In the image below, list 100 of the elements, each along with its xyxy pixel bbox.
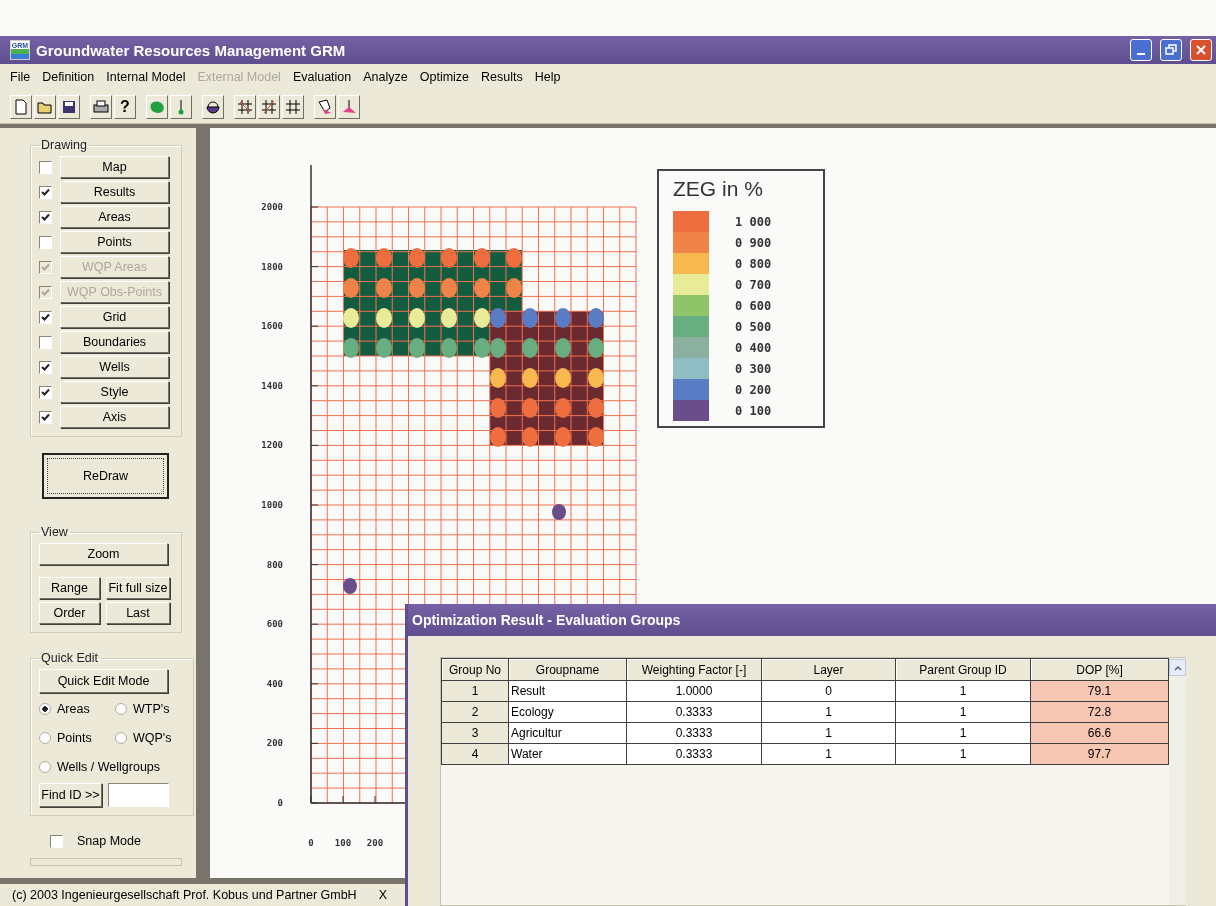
menu-item[interactable]: Optimize: [419, 70, 470, 84]
legend-label: 0 800: [735, 256, 772, 271]
layer-button[interactable]: Results: [60, 181, 169, 203]
close-button[interactable]: [1190, 39, 1212, 61]
group-title: View: [40, 525, 69, 539]
layer-button[interactable]: Areas: [60, 206, 169, 228]
menu-item[interactable]: File: [10, 70, 31, 84]
layer-button[interactable]: Axis: [60, 406, 169, 428]
radio-label: Wells / Wellgroups: [57, 760, 161, 774]
legend-label: 0 500: [735, 319, 772, 334]
checkbox[interactable]: [39, 335, 52, 349]
radio-button[interactable]: [39, 761, 51, 773]
checkbox[interactable]: [39, 160, 52, 174]
print-icon[interactable]: [90, 94, 112, 119]
legend-label: 0 900: [735, 235, 772, 250]
grid-icon[interactable]: [258, 94, 280, 119]
menu-item[interactable]: Evaluation: [292, 70, 352, 84]
axis-tick-label: 1800: [261, 261, 283, 272]
table-cell: 2: [441, 701, 509, 723]
radio-label: WTP's: [133, 702, 170, 716]
view-button[interactable]: Last: [106, 602, 170, 624]
radio-button[interactable]: [115, 703, 127, 715]
menu-item[interactable]: Definition: [42, 70, 95, 84]
checkbox[interactable]: [39, 235, 52, 249]
quick-edit-mode-button[interactable]: Quick Edit Mode: [39, 669, 168, 693]
view-button[interactable]: Range: [39, 577, 100, 599]
scrollbar[interactable]: [1169, 658, 1186, 905]
group-title: Drawing: [40, 138, 88, 152]
checkbox[interactable]: [39, 185, 52, 199]
bowl-icon[interactable]: [202, 94, 224, 119]
radio-button[interactable]: [39, 703, 51, 715]
axis-tick-label: 200: [366, 838, 384, 848]
axis-tick-label: 100: [334, 838, 352, 848]
radio-label: Points: [57, 731, 92, 745]
layer-button[interactable]: Map: [60, 156, 169, 178]
legend-label: 0 700: [735, 277, 772, 292]
checkbox[interactable]: [39, 385, 52, 399]
legend-label: 0 400: [735, 340, 772, 355]
restore-button[interactable]: [1160, 39, 1182, 61]
column-header[interactable]: Parent Group ID: [895, 658, 1031, 681]
column-header[interactable]: Groupname: [508, 658, 627, 681]
menu-item[interactable]: Internal Model: [106, 70, 186, 84]
axis-tick-label: 0: [308, 838, 314, 848]
scroll-up-button[interactable]: [1169, 659, 1186, 676]
grid-icon[interactable]: [234, 94, 256, 119]
radio-label: WQP's: [133, 731, 172, 745]
blob-icon[interactable]: [146, 94, 168, 119]
menu-item[interactable]: Analyze: [363, 70, 408, 84]
find-id-button[interactable]: Find ID >>: [39, 783, 102, 807]
view-button[interactable]: Fit full size: [106, 577, 170, 599]
id-input-field[interactable]: [108, 783, 169, 807]
layer-button[interactable]: Boundaries: [60, 331, 169, 353]
minimize-icon: [1137, 53, 1145, 55]
pin-icon[interactable]: [170, 94, 192, 119]
menu-item[interactable]: Help: [534, 70, 561, 84]
axis-tick-label: 1600: [261, 321, 283, 332]
legend-label: 0 600: [735, 298, 772, 313]
column-header[interactable]: Layer: [761, 658, 896, 681]
checkbox[interactable]: [39, 310, 52, 324]
table-cell: 1: [441, 680, 509, 702]
layer-button[interactable]: Grid: [60, 306, 169, 328]
checkbox[interactable]: [39, 410, 52, 424]
view-button[interactable]: Order: [39, 602, 100, 624]
radio-button[interactable]: [39, 732, 51, 744]
help-button[interactable]: ?: [114, 94, 136, 119]
column-header[interactable]: Weighting Factor [-]: [626, 658, 762, 681]
redraw-button[interactable]: ReDraw: [42, 453, 169, 499]
new-file-icon[interactable]: [10, 94, 32, 119]
axis-tick-label: 400: [266, 678, 283, 689]
window-title: Groundwater Resources Management GRM: [36, 41, 347, 59]
status-text: X: [378, 888, 387, 902]
column-header[interactable]: DOP [%]: [1030, 658, 1169, 681]
legend-label: 0 300: [735, 361, 772, 376]
save-icon[interactable]: [58, 94, 80, 119]
checkbox-label: Snap Mode: [77, 834, 141, 848]
grid-icon[interactable]: [282, 94, 304, 119]
restore-icon: [1165, 44, 1177, 56]
layer-button[interactable]: Wells: [60, 356, 169, 378]
radio-label: Areas: [57, 702, 90, 716]
open-folder-icon[interactable]: [34, 94, 56, 119]
layer-button[interactable]: Points: [60, 231, 169, 253]
checkbox[interactable]: [39, 360, 52, 374]
pin-shape-icon[interactable]: [338, 94, 360, 119]
table-cell: 4: [441, 743, 509, 765]
axis-tick-label: 1000: [261, 500, 283, 510]
minimize-button[interactable]: [1130, 39, 1152, 61]
axis-tick-label: 200: [266, 738, 283, 749]
layer-button[interactable]: Style: [60, 381, 169, 403]
axis-tick-label: 0: [277, 798, 283, 808]
axis-tick-label: 800: [266, 559, 283, 570]
axis-tick-label: 2000: [261, 202, 283, 212]
menu-item[interactable]: Results: [481, 70, 523, 84]
zoom-button[interactable]: Zoom: [39, 543, 168, 565]
polygon-tool-icon[interactable]: [314, 94, 336, 119]
close-icon: [1195, 44, 1207, 56]
checkbox[interactable]: [39, 210, 52, 224]
column-header[interactable]: Group No: [441, 658, 509, 681]
radio-button[interactable]: [115, 732, 127, 744]
checkbox[interactable]: [50, 834, 63, 848]
table-cell: 3: [441, 722, 509, 744]
